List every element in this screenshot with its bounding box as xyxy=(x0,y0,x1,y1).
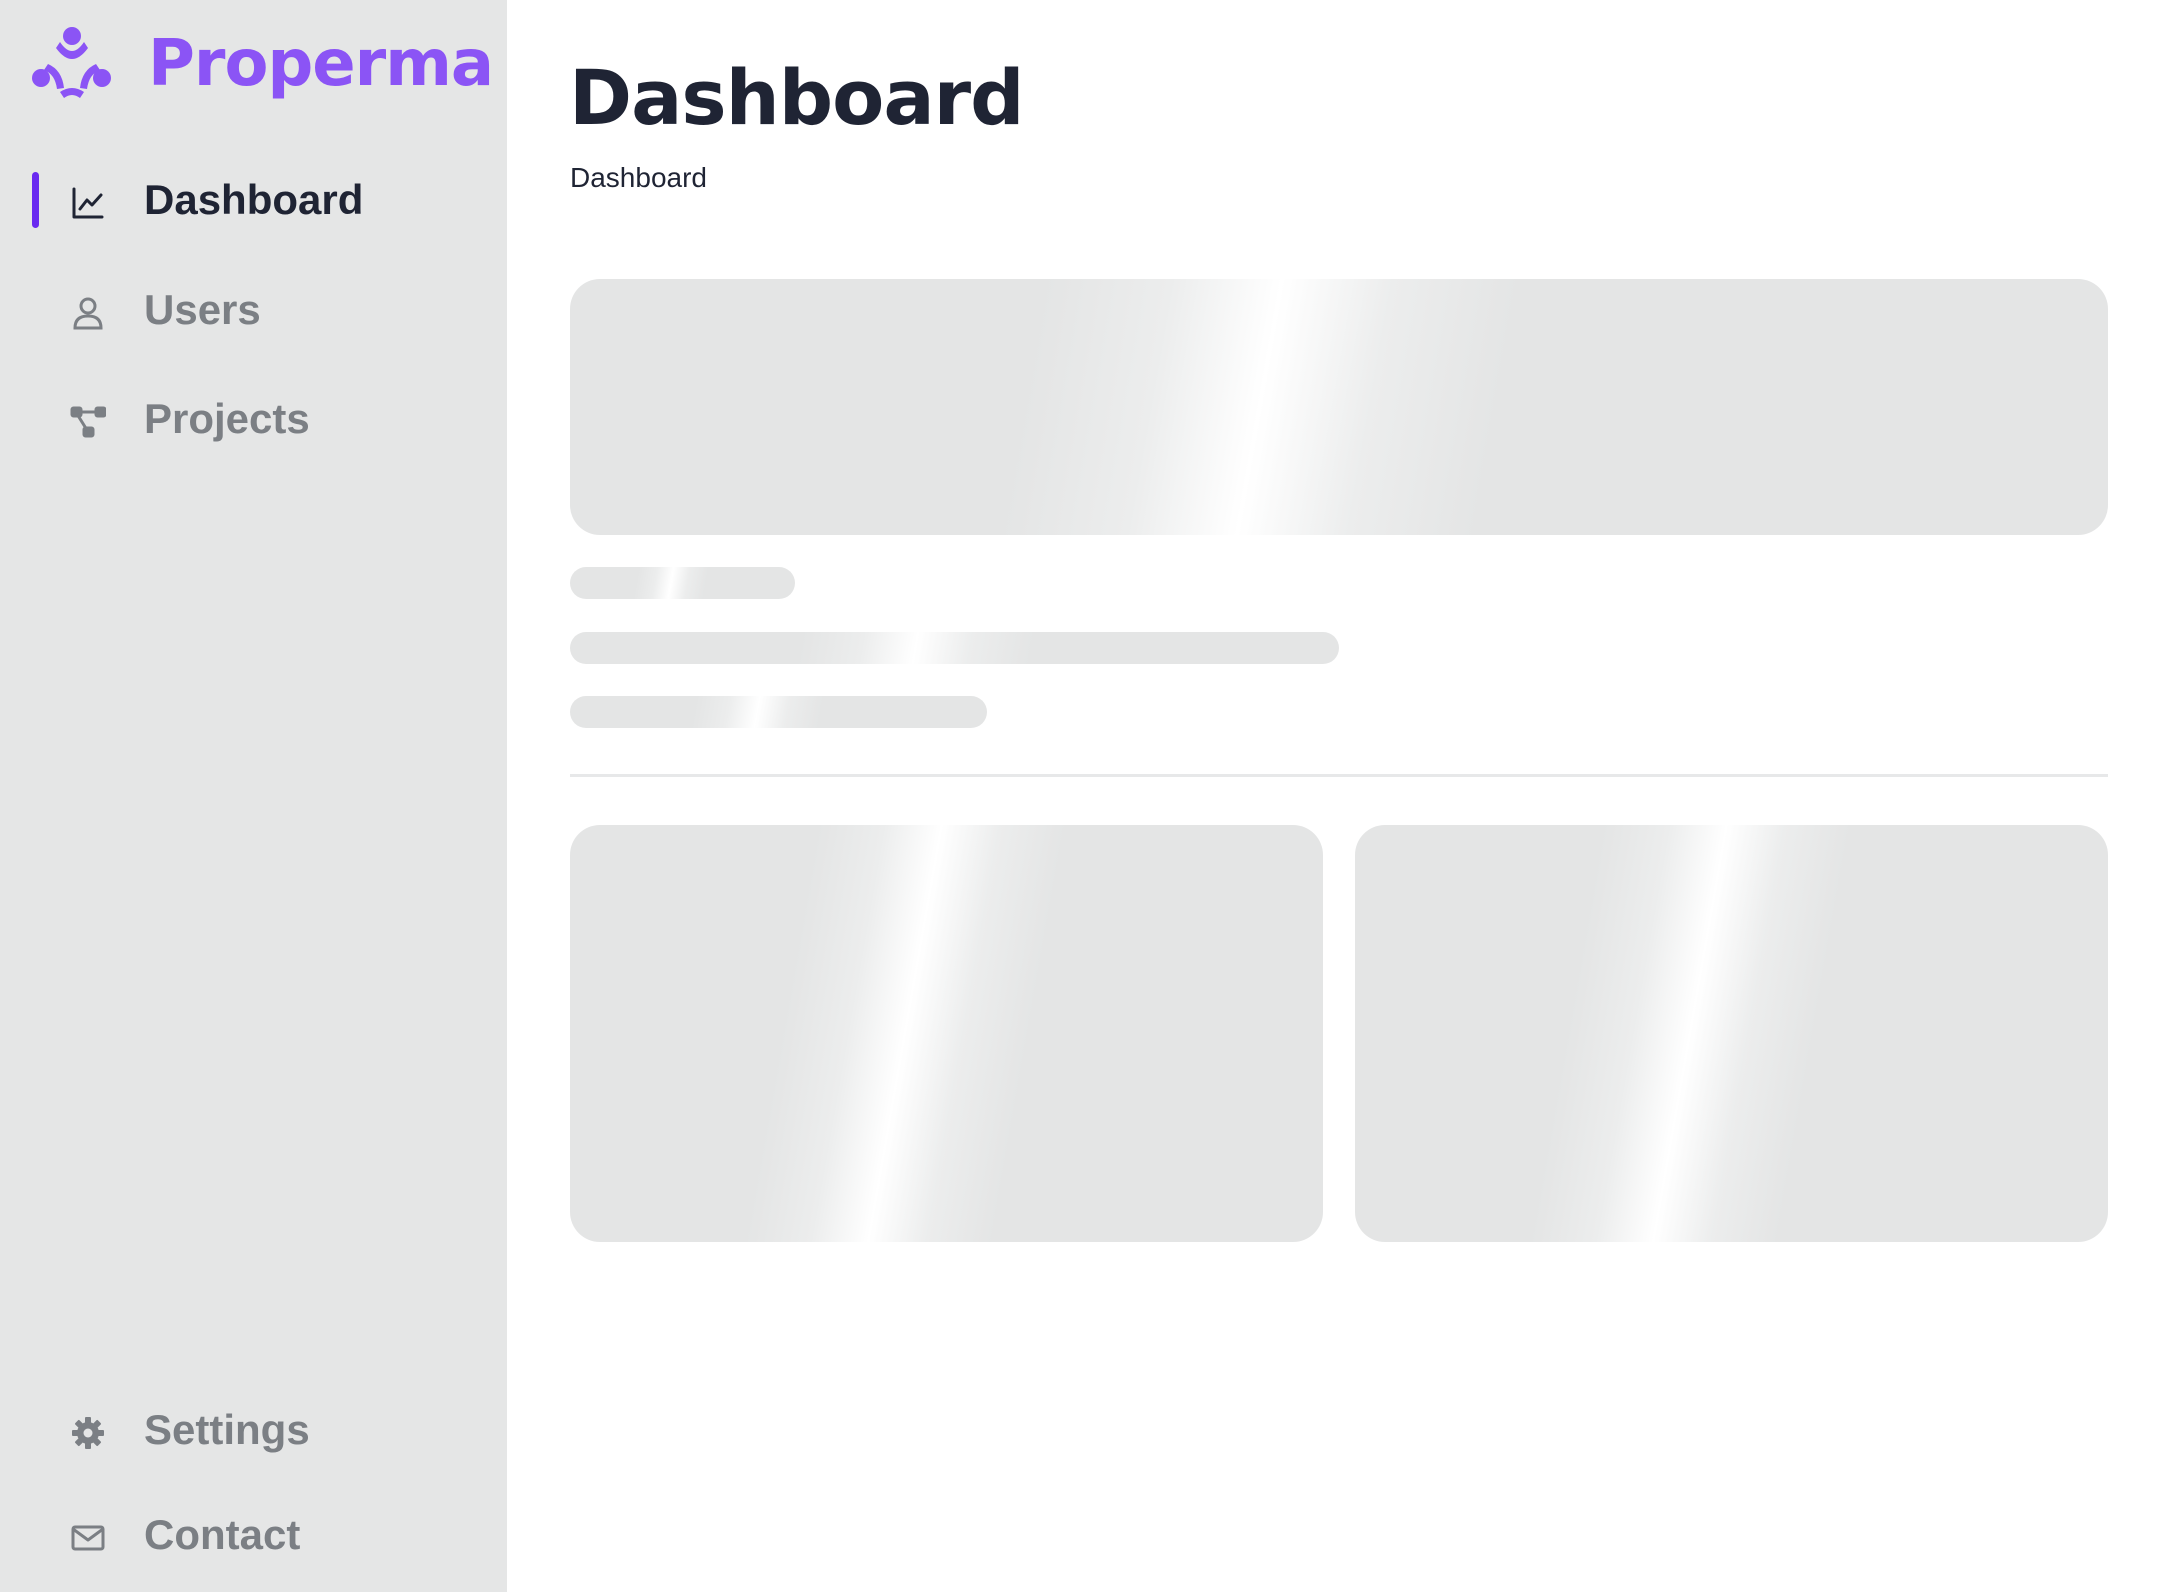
breadcrumb: Dashboard xyxy=(570,162,707,193)
sidebar-item-label: Users xyxy=(144,286,261,333)
main-content: Dashboard Dashboard xyxy=(507,0,2162,1592)
skeleton-text-line xyxy=(570,567,795,599)
sidebar-item-contact[interactable]: Contact xyxy=(0,1505,507,1565)
sidebar-item-users[interactable]: Users xyxy=(0,280,507,340)
page-title: Dashboard xyxy=(569,53,1024,142)
active-indicator xyxy=(32,172,39,228)
brand-name: Properma xyxy=(148,27,494,101)
sidebar-item-label: Settings xyxy=(144,1406,310,1453)
sidebar-item-dashboard[interactable]: Dashboard xyxy=(0,170,507,230)
gear-icon xyxy=(72,1417,104,1449)
sidebar-item-projects[interactable]: Projects xyxy=(0,389,507,449)
sidebar-item-label: Contact xyxy=(144,1511,301,1558)
divider xyxy=(570,774,2108,777)
skeleton-text-line xyxy=(570,632,1339,664)
skeleton-text-line xyxy=(570,696,987,728)
user-icon xyxy=(73,297,103,330)
line-chart-icon xyxy=(72,187,104,219)
sidebar-item-label: Projects xyxy=(144,395,310,442)
skeleton-card-placeholder xyxy=(570,825,1323,1242)
people-circle-logo-icon xyxy=(32,27,111,98)
sidebar: Properma Dashboard Users Projects Settin… xyxy=(0,0,507,1592)
skeleton-card-placeholder xyxy=(1355,825,2108,1242)
project-nodes-icon xyxy=(70,406,106,438)
envelope-icon xyxy=(71,1525,105,1551)
skeleton-hero-placeholder xyxy=(570,279,2108,535)
brand-logo[interactable]: Properma xyxy=(30,26,494,102)
sidebar-item-label: Dashboard xyxy=(144,176,364,223)
sidebar-item-settings[interactable]: Settings xyxy=(0,1400,507,1460)
